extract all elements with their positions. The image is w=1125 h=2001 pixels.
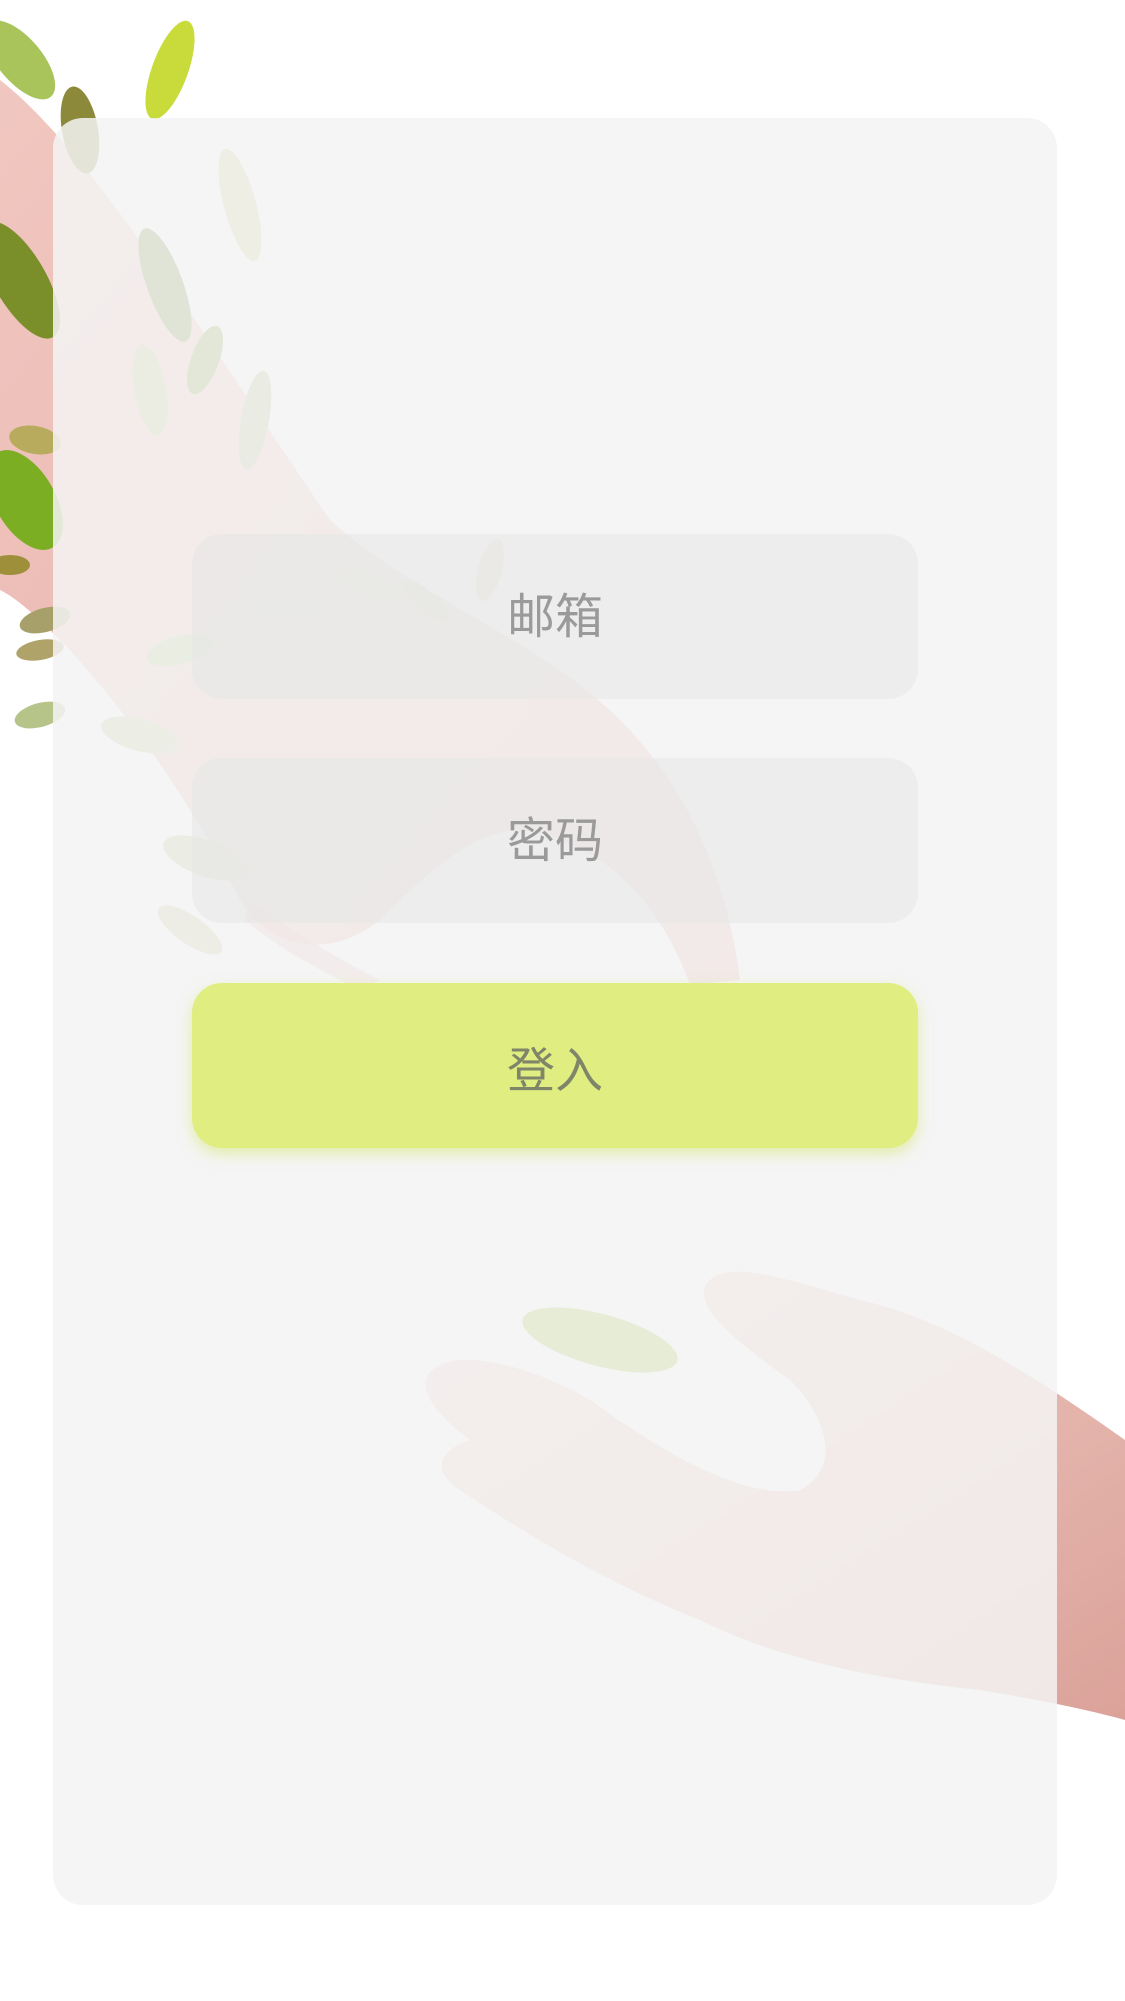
- email-field-container: [192, 533, 918, 700]
- email-input[interactable]: [192, 533, 918, 700]
- password-input[interactable]: [192, 757, 918, 924]
- password-field-container: [192, 757, 918, 924]
- login-button[interactable]: 登入: [192, 983, 918, 1148]
